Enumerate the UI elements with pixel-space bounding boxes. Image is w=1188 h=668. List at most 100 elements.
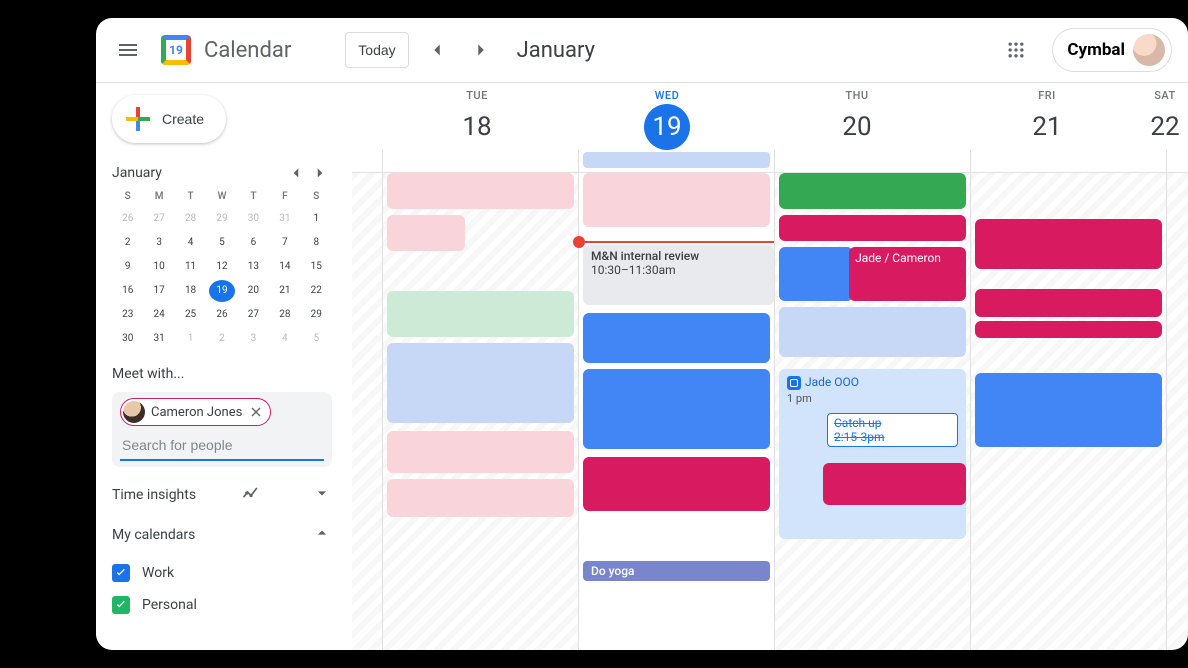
allday-event[interactable] [583, 152, 770, 168]
mini-calendar-day[interactable]: 22 [303, 280, 329, 302]
mini-calendar-day[interactable]: 9 [115, 256, 141, 278]
allday-cell[interactable] [382, 150, 578, 172]
mini-next-month[interactable] [308, 161, 332, 185]
day-header[interactable]: FRI21 [952, 83, 1142, 150]
event-block[interactable] [583, 173, 770, 227]
mini-calendar-day[interactable]: 21 [272, 280, 298, 302]
allday-cell[interactable] [578, 150, 774, 172]
mini-calendar-day[interactable]: 6 [240, 232, 266, 254]
mini-calendar-day[interactable]: 3 [146, 232, 172, 254]
mini-calendar-day[interactable]: 16 [115, 280, 141, 302]
search-people-input[interactable] [120, 427, 324, 461]
mini-calendar-day[interactable]: 31 [146, 328, 172, 350]
mini-calendar-day[interactable]: 31 [272, 208, 298, 230]
day-column-fri[interactable] [970, 173, 1166, 650]
day-column-wed[interactable]: M&N internal review 10:30–11:30am Do yog… [578, 173, 774, 650]
create-button[interactable]: Create [112, 95, 226, 143]
event-block[interactable] [583, 313, 770, 363]
allday-cell[interactable] [774, 150, 970, 172]
apps-launcher-button[interactable] [996, 30, 1036, 70]
allday-cell[interactable] [970, 150, 1166, 172]
mini-calendar-day[interactable]: 2 [209, 328, 235, 350]
mini-prev-month[interactable] [284, 161, 308, 185]
event-block[interactable] [387, 215, 465, 251]
mini-calendar-day[interactable]: 8 [303, 232, 329, 254]
event-block[interactable] [975, 219, 1162, 269]
event-mn-review[interactable]: M&N internal review 10:30–11:30am [583, 245, 774, 305]
event-block[interactable] [387, 291, 574, 337]
event-catch-up-cancelled[interactable]: Catch up 2:15-3pm [827, 413, 958, 447]
event-block[interactable] [975, 289, 1162, 317]
event-do-yoga[interactable]: Do yoga [583, 561, 770, 581]
mini-calendar-day[interactable]: 26 [115, 208, 141, 230]
mini-calendar-day[interactable]: 4 [272, 328, 298, 350]
mini-calendar-day[interactable]: 18 [178, 280, 204, 302]
account-switcher[interactable]: Cymbal [1052, 28, 1172, 72]
mini-calendar-day[interactable]: 28 [178, 208, 204, 230]
mini-calendar-day[interactable]: 17 [146, 280, 172, 302]
day-header[interactable]: WED19 [572, 83, 762, 150]
mini-calendar-day[interactable]: 27 [240, 304, 266, 326]
mini-calendar-day[interactable]: 1 [303, 208, 329, 230]
my-calendars-row[interactable]: My calendars [112, 523, 332, 547]
mini-calendar-day[interactable]: 5 [209, 232, 235, 254]
event-block[interactable] [583, 457, 770, 511]
day-column-sat[interactable] [1166, 173, 1188, 650]
mini-calendar-day[interactable]: 30 [240, 208, 266, 230]
mini-calendar-day[interactable]: 28 [272, 304, 298, 326]
mini-calendar-day[interactable]: 11 [178, 256, 204, 278]
mini-calendar-day[interactable]: 13 [240, 256, 266, 278]
prev-period-button[interactable] [421, 34, 453, 66]
mini-calendar-day[interactable]: 12 [209, 256, 235, 278]
event-block[interactable] [779, 173, 966, 209]
calendar-toggle-row[interactable]: Work [112, 557, 332, 589]
time-insights-row[interactable]: Time insights [112, 483, 332, 507]
mini-calendar-day[interactable]: 26 [209, 304, 235, 326]
mini-calendar-day[interactable]: 2 [115, 232, 141, 254]
mini-calendar-day[interactable]: 29 [303, 304, 329, 326]
day-column-thu[interactable]: Jade / Cameron Jade OOO 1 pm Catch up 2:… [774, 173, 970, 650]
mini-calendar-day[interactable]: 4 [178, 232, 204, 254]
next-period-button[interactable] [465, 34, 497, 66]
event-jade-cameron[interactable]: Jade / Cameron [849, 247, 966, 301]
event-block[interactable] [583, 369, 770, 449]
mini-calendar-day[interactable]: 5 [303, 328, 329, 350]
mini-calendar-day[interactable]: 23 [115, 304, 141, 326]
today-button[interactable]: Today [345, 32, 408, 68]
event-block[interactable] [779, 247, 853, 301]
event-jade-ooo[interactable]: Jade OOO 1 pm Catch up 2:15-3pm [779, 369, 966, 539]
event-block[interactable] [975, 373, 1162, 447]
event-block[interactable] [779, 307, 966, 357]
mini-calendar-day[interactable]: 30 [115, 328, 141, 350]
event-block[interactable] [387, 431, 574, 473]
event-block[interactable] [975, 321, 1162, 338]
mini-calendar-day[interactable]: 29 [209, 208, 235, 230]
menu-button[interactable] [104, 26, 152, 74]
calendar-checkbox[interactable] [112, 596, 130, 614]
day-header[interactable]: SAT22 [1142, 83, 1188, 150]
mini-calendar-day[interactable]: 20 [240, 280, 266, 302]
day-header[interactable]: THU20 [762, 83, 952, 150]
event-block[interactable] [779, 215, 966, 241]
person-chip[interactable]: Cameron Jones [120, 398, 271, 426]
calendar-toggle-row[interactable]: Personal [112, 589, 332, 621]
mini-calendar-day[interactable]: 3 [240, 328, 266, 350]
mini-calendar-day[interactable]: 25 [178, 304, 204, 326]
event-block[interactable] [823, 463, 966, 505]
day-header[interactable]: TUE18 [382, 83, 572, 150]
day-column-tue[interactable] [382, 173, 578, 650]
mini-calendar-day[interactable]: 24 [146, 304, 172, 326]
event-block[interactable] [387, 173, 574, 209]
mini-calendar-day[interactable]: 19 [209, 280, 235, 302]
calendar-checkbox[interactable] [112, 564, 130, 582]
remove-chip-button[interactable] [248, 404, 264, 420]
event-block[interactable] [387, 479, 574, 517]
mini-calendar-day[interactable]: 1 [178, 328, 204, 350]
mini-calendar-day[interactable]: 14 [272, 256, 298, 278]
event-block[interactable] [387, 343, 574, 423]
mini-calendar-day[interactable]: 15 [303, 256, 329, 278]
mini-calendar-day[interactable]: 7 [272, 232, 298, 254]
mini-calendar-day[interactable]: 10 [146, 256, 172, 278]
mini-calendar-day[interactable]: 27 [146, 208, 172, 230]
allday-cell[interactable] [1166, 150, 1188, 172]
